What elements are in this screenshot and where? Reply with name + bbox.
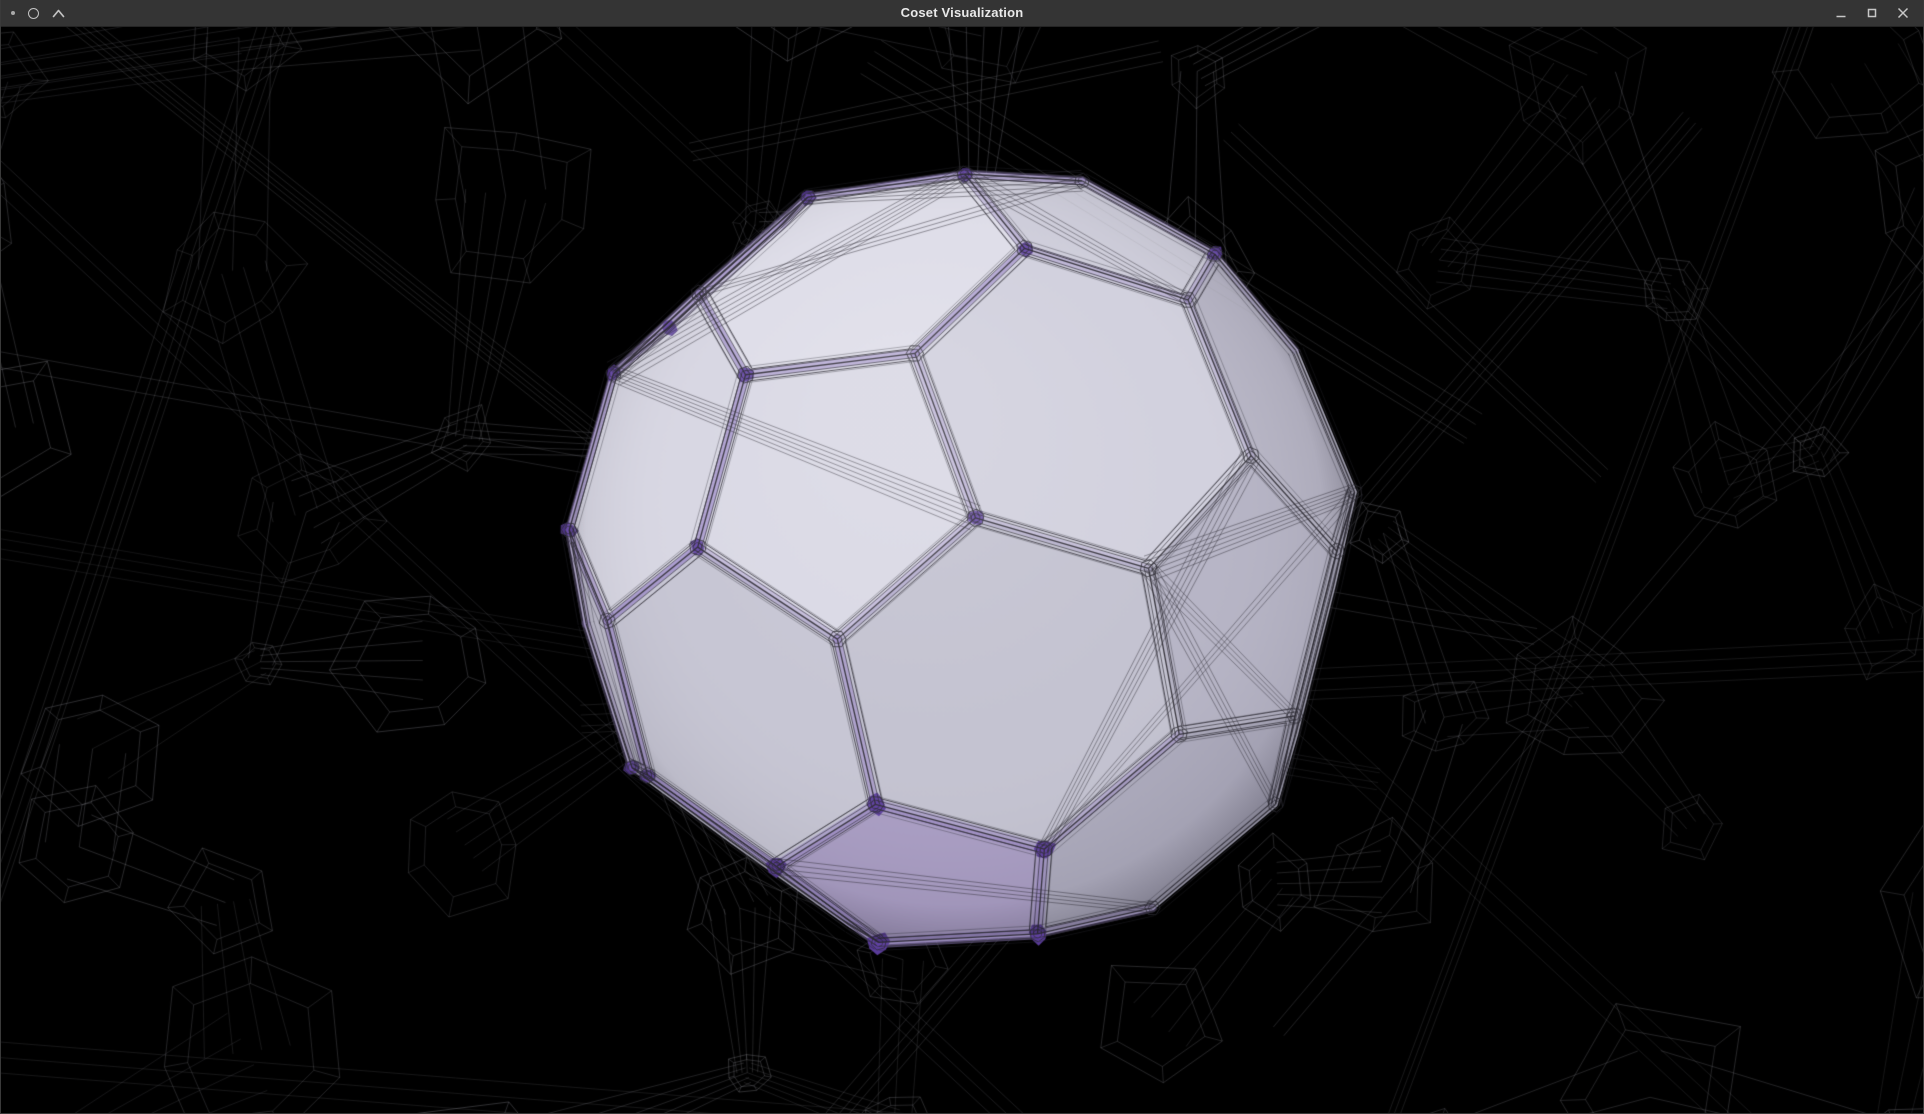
window-controls: [1830, 0, 1914, 26]
titlebar-left-icons: [11, 0, 65, 26]
viewport-wrap: [1, 27, 1923, 1113]
circle-icon[interactable]: [28, 8, 39, 19]
coset-3d-viewport[interactable]: [1, 27, 1923, 1113]
chevron-up-icon[interactable]: [52, 9, 65, 18]
minimize-icon: [1834, 6, 1848, 20]
dot-icon: [11, 11, 15, 15]
minimize-button[interactable]: [1830, 3, 1852, 23]
maximize-button[interactable]: [1861, 3, 1883, 23]
close-icon: [1896, 6, 1910, 20]
window-title: Coset Visualization: [1, 0, 1923, 26]
close-button[interactable]: [1892, 3, 1914, 23]
app-window: Coset Visualization: [0, 0, 1924, 1114]
maximize-icon: [1865, 6, 1879, 20]
titlebar[interactable]: Coset Visualization: [1, 0, 1923, 27]
